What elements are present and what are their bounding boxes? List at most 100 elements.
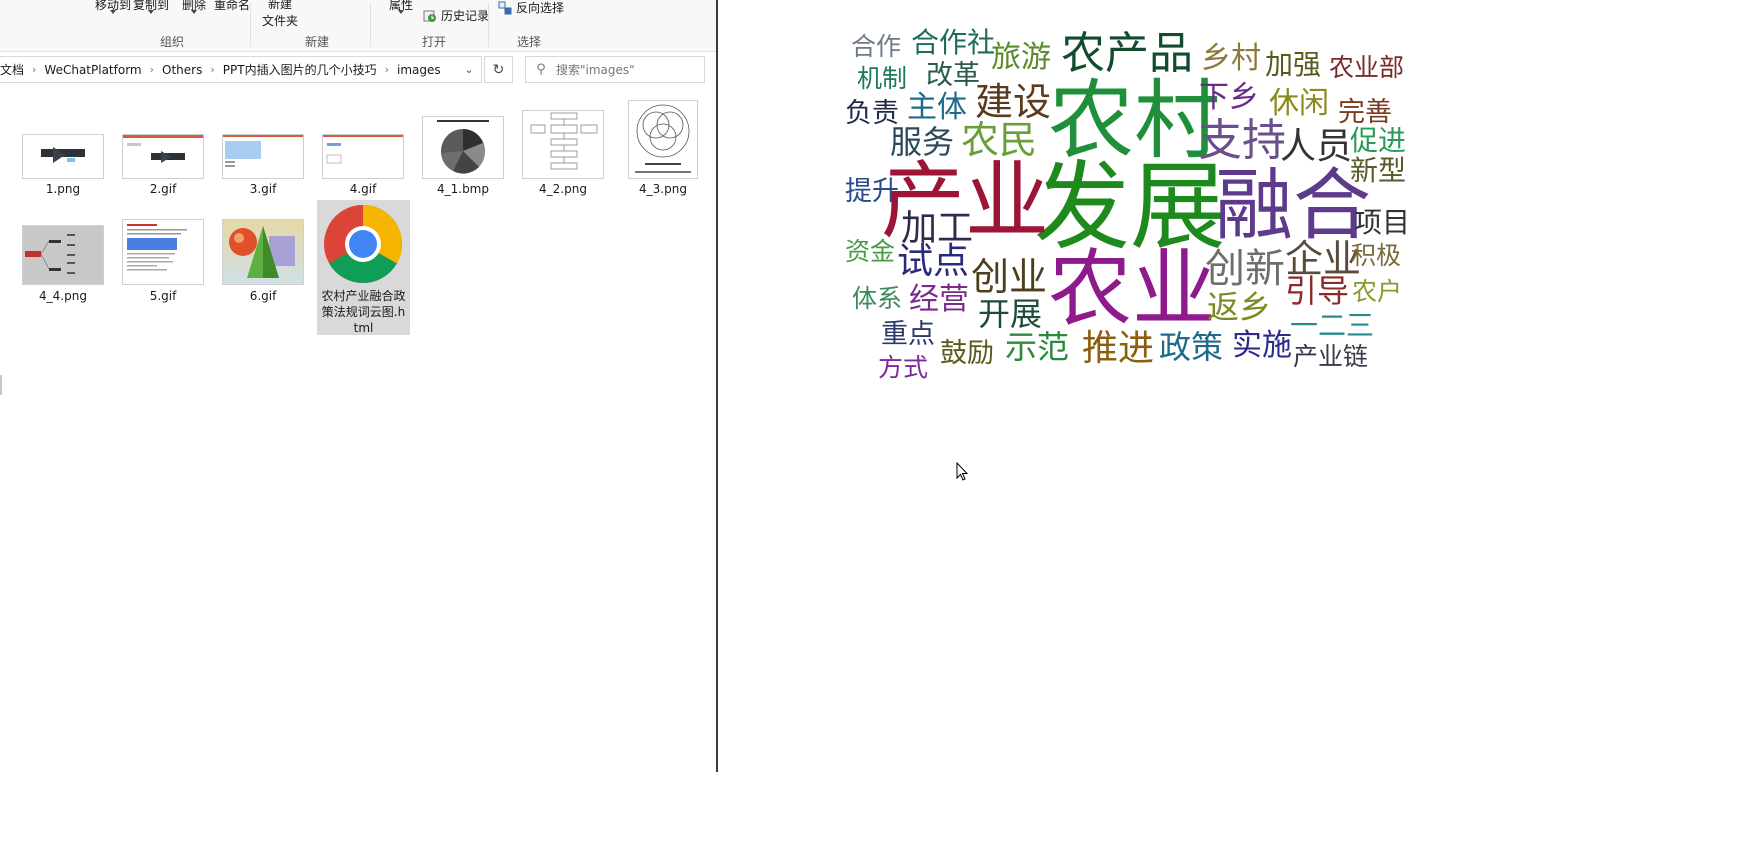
properties-button[interactable]: 属性 [389, 0, 413, 14]
word-cloud-term: 农业部 [1329, 53, 1404, 82]
file-thumbnail [22, 134, 104, 179]
breadcrumb-ppt-tips[interactable]: PPT内插入图片的几个小技巧 [219, 61, 381, 78]
address-history-dropdown[interactable]: ⌄ [456, 56, 482, 83]
file-thumbnail [322, 134, 404, 179]
file-thumbnail [22, 225, 104, 285]
search-box[interactable]: ⚲ [525, 56, 705, 83]
move-to-button[interactable]: 移动到 [95, 0, 131, 14]
file-thumbnail [222, 219, 304, 285]
file-name: 农村产业融合政策法规词云图.html [321, 289, 406, 335]
image-preview [123, 220, 203, 284]
word-cloud-term: 农业 [1048, 240, 1216, 338]
invert-selection-button[interactable]: 反向选择 [498, 0, 564, 16]
file-explorer-window: 移动到 复制到 删除 重命名 新建 文件夹 属性 历史记录 反向选择 组织 新建… [0, 0, 717, 866]
ribbon-divider [488, 3, 489, 47]
image-preview [223, 220, 303, 284]
word-cloud-term: 新型 [1350, 154, 1406, 187]
breadcrumb-others[interactable]: Others [158, 63, 206, 77]
mouse-cursor-icon [956, 462, 969, 481]
file-name: 1.png [45, 182, 81, 196]
word-cloud-term: 方式 [878, 353, 928, 382]
file-item[interactable]: 4_3.png [617, 100, 709, 200]
file-item[interactable]: 5.gif [117, 210, 209, 310]
file-item[interactable]: 3.gif [217, 100, 309, 200]
file-item[interactable]: 4.gif [317, 100, 409, 200]
file-thumbnail [122, 134, 204, 179]
chevron-right-icon: › [149, 63, 155, 76]
image-preview [423, 117, 503, 178]
word-cloud-term: 政策 [1159, 328, 1223, 366]
word-cloud-term: 支持 [1198, 115, 1286, 166]
chrome-html-icon [323, 204, 403, 284]
group-new-label: 新建 [304, 35, 329, 49]
file-thumbnail [628, 100, 698, 179]
history-button[interactable]: 历史记录 [423, 7, 489, 24]
word-cloud-term: 合作 [851, 32, 901, 61]
ribbon-divider [370, 3, 371, 47]
word-cloud: 发展产业农村融合农业农产品支持创新 企业建设创业推进农民加工人员合作社旅游 乡村 加强… [845, 26, 1410, 382]
word-cloud-term: 鼓励 [940, 338, 994, 369]
history-label: 历史记录 [441, 9, 490, 23]
file-thumbnail [122, 219, 204, 285]
word-cloud-term: 推进 [1082, 328, 1154, 369]
file-item[interactable]: 2.gif [117, 100, 209, 200]
chevron-down-icon [398, 10, 404, 14]
word-cloud-term: 农产品 [1061, 28, 1193, 79]
refresh-button[interactable]: ↻ [484, 56, 513, 83]
image-preview [223, 135, 303, 178]
rename-label: 重命名 [214, 0, 251, 12]
word-cloud-term: 资金 [845, 237, 895, 266]
file-name: 4_3.png [639, 182, 687, 196]
word-cloud-term: 一二三 [1290, 309, 1374, 342]
delete-button[interactable]: 删除 [182, 0, 206, 14]
word-cloud-term: 创业 [971, 255, 1047, 299]
file-name: 4_4.png [39, 289, 87, 303]
word-cloud-term: 重点 [881, 319, 935, 350]
word-cloud-term: 示范 [1005, 328, 1069, 366]
file-item-selected[interactable]: 农村产业融合政策法规词云图.html [317, 200, 410, 335]
file-item[interactable]: 4_1.bmp [417, 100, 509, 200]
browser-window: 发展 产业 农村 融合 农业 农产品 支持 创新 企业 建设 创业 推进 农民 加工 人员 合作社 旅游 乡村 加强… [718, 0, 1758, 866]
image-preview [523, 111, 603, 178]
word-cloud-term: 试点 [897, 241, 969, 282]
breadcrumb-documents[interactable]: 文档 [0, 61, 28, 78]
word-cloud-term: 服务 [890, 123, 954, 161]
copy-to-button[interactable]: 复制到 [133, 0, 169, 14]
chevron-down-icon [148, 10, 154, 14]
word-cloud-term: 项目 [1354, 206, 1410, 239]
word-cloud-term: 经营 [909, 282, 969, 317]
rename-button[interactable]: 重命名 [214, 0, 250, 13]
chevron-down-icon: ⌄ [464, 63, 474, 76]
chevron-right-icon: › [384, 63, 389, 76]
word-cloud-term: 主体 [907, 90, 967, 125]
word-cloud-term: 积极 [1351, 241, 1401, 270]
new-folder-label-bottom: 文件夹 [262, 14, 299, 28]
file-thumbnail [222, 134, 304, 179]
search-input[interactable] [556, 62, 696, 77]
word-cloud-term: 体系 [852, 284, 902, 313]
new-folder-button[interactable]: 新建 文件夹 [262, 0, 298, 30]
group-organize-label: 组织 [159, 35, 184, 49]
invert-selection-icon [498, 1, 512, 14]
file-item[interactable]: 4_2.png [517, 100, 609, 200]
image-preview [323, 135, 403, 178]
image-preview [23, 226, 103, 284]
word-cloud-term: 引导 [1285, 272, 1349, 310]
file-name: 4_1.bmp [436, 182, 489, 196]
new-folder-label-top: 新建 [268, 0, 293, 11]
address-bar[interactable]: 文档 › WeChatPlatform › Others › PPT内插入图片的… [0, 56, 482, 83]
word-cloud-term: 机制 [857, 64, 907, 93]
word-cloud-term: 农民 [961, 118, 1037, 162]
file-item[interactable]: 6.gif [217, 210, 309, 310]
breadcrumb-images[interactable]: images [393, 63, 445, 77]
word-cloud-term: 创新 [1205, 246, 1285, 292]
file-item[interactable]: 4_4.png [17, 210, 109, 310]
breadcrumb-wechatplatform[interactable]: WeChatPlatform [40, 63, 145, 77]
group-open-label: 打开 [421, 35, 446, 49]
word-cloud-term: 产业链 [1293, 342, 1368, 371]
file-item[interactable]: 1.png [17, 100, 109, 200]
word-cloud-term: 提升 [845, 176, 899, 207]
word-cloud-term: 促进 [1350, 124, 1406, 157]
file-name: 2.gif [149, 182, 177, 196]
file-name: 4.gif [349, 182, 377, 196]
